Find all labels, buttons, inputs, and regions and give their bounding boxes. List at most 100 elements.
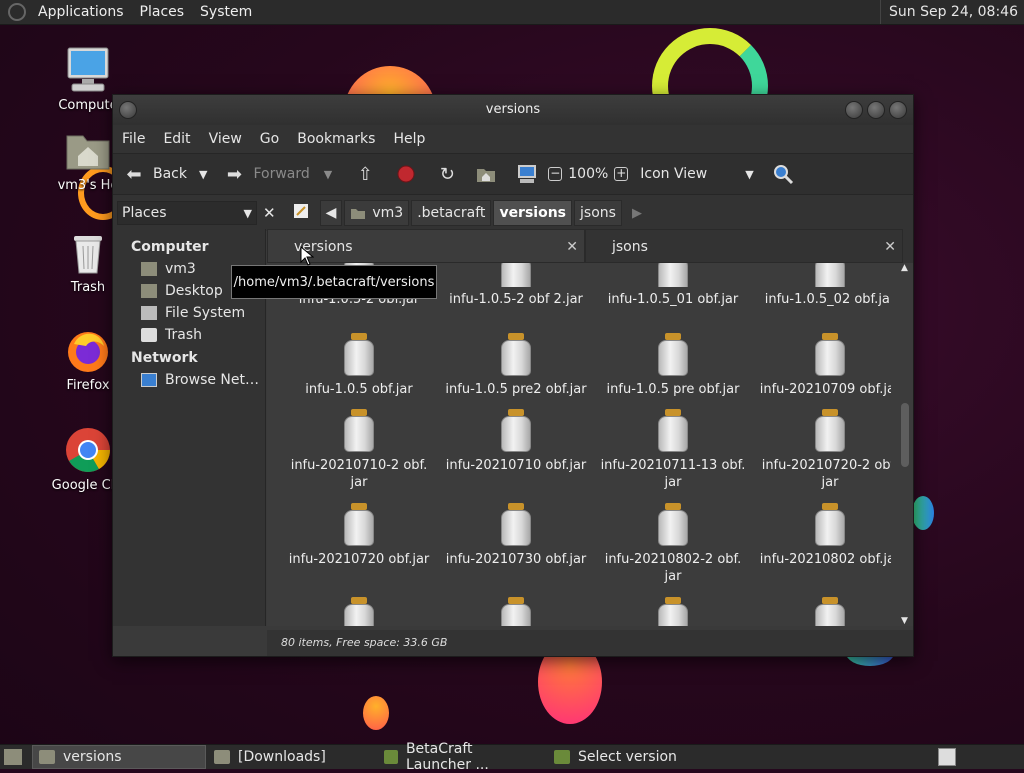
forward-history-dropdown-icon[interactable]: ▼ [324,168,332,181]
menu-applications[interactable]: Applications [30,4,132,20]
back-button[interactable]: ⬅ Back [123,163,187,185]
file-item[interactable] [752,597,891,626]
close-tab-icon[interactable]: ✕ [566,230,578,264]
close-tab-icon[interactable]: ✕ [884,230,896,264]
file-item[interactable] [438,597,594,626]
jar-file-icon [343,597,375,626]
file-item[interactable]: infu-1.0.5 pre obf.jar [595,333,751,398]
chevron-down-icon: ▼ [243,206,252,220]
task-select-version[interactable]: Select version [548,746,716,768]
scroll-up-icon[interactable]: ▲ [901,263,908,273]
close-sidebar-icon[interactable]: ✕ [263,204,276,222]
file-name: infu-1.0.5 pre2 obf.jar [445,382,587,397]
sidebar-heading-computer: Computer [131,239,209,255]
task-betacraft-launcher[interactable]: BetaCraft Launcher ... [378,741,546,773]
tab-jsons[interactable]: jsons ✕ [585,229,903,263]
forward-arrow-icon: ➡ [226,163,243,185]
search-icon [773,165,793,185]
stop-icon [397,165,415,183]
file-item[interactable]: infu-20210802 obf.jar [752,503,891,568]
home-button[interactable] [476,165,496,183]
edit-location-button[interactable] [292,202,310,224]
file-icon-grid: infu-1.0.5-2 obf.jarinfu-1.0.5-2 obf 2.j… [281,263,891,626]
show-desktop-icon[interactable] [4,749,22,765]
zoom-in-button[interactable]: + [614,167,629,181]
window-titlebar[interactable]: versions [113,95,913,125]
menu-bookmarks[interactable]: Bookmarks [288,131,384,147]
file-item[interactable]: infu-1.0.5_01 obf.jar [595,263,751,308]
breadcrumb-vm3[interactable]: vm3 [344,200,410,226]
file-item[interactable]: infu-20210710-2 obf. jar [281,409,437,491]
sidebar-item-label: vm3 [165,261,196,277]
file-item[interactable]: infu-20210709 obf.jar [752,333,891,398]
breadcrumb-betacraft[interactable]: .betacraft [411,200,492,226]
task-label: Select version [578,749,677,765]
wallpaper-small-shape [363,696,389,730]
home-icon [141,262,157,276]
breadcrumb-jsons[interactable]: jsons [574,200,622,226]
sidebar-item-file-system[interactable]: File System [113,302,265,324]
file-item[interactable]: infu-20210802-2 obf. jar [595,503,751,585]
close-icon[interactable] [889,101,907,119]
places-selector-label: Places [122,205,167,221]
computer-button[interactable] [516,164,538,184]
maximize-icon[interactable] [867,101,885,119]
minimize-icon[interactable] [845,101,863,119]
file-item[interactable] [595,597,751,626]
home-icon [477,169,496,182]
back-history-dropdown-icon[interactable]: ▼ [199,168,207,181]
file-item[interactable]: infu-20210711-13 obf. jar [595,409,751,491]
menu-system[interactable]: System [192,4,260,20]
reload-button[interactable]: ↻ [436,163,458,185]
sidebar-item-trash[interactable]: Trash [113,324,265,346]
file-name: infu-20210709 obf.jar [759,382,891,397]
menu-file[interactable]: File [113,131,154,147]
file-item[interactable]: infu-20210720-2 obf. jar [752,409,891,491]
breadcrumb-scroll-left[interactable]: ◀ [319,200,343,226]
breadcrumb-versions[interactable]: versions [493,200,573,226]
file-item[interactable]: infu-20210730 obf.jar [438,503,594,568]
up-button[interactable]: ⇧ [354,163,376,185]
window-menu-icon[interactable] [119,101,137,119]
search-button[interactable] [772,163,794,185]
computer-icon [518,165,537,183]
file-item[interactable]: infu-20210710 obf.jar [438,409,594,474]
tab-versions[interactable]: versions ✕ [267,229,585,263]
jar-file-icon [814,263,846,287]
file-item[interactable]: infu-20210720 obf.jar [281,503,437,568]
view-mode-label[interactable]: Icon View [640,166,707,182]
zoom-out-button[interactable]: − [548,167,563,181]
menu-view[interactable]: View [200,131,251,147]
file-name: infu-20210730 obf.jar [445,552,587,567]
workspace-switcher[interactable] [938,748,956,766]
task-versions[interactable]: versions [32,745,206,769]
menu-edit[interactable]: Edit [154,131,199,147]
wallpaper-teal-shape [912,496,934,530]
scrollbar-thumb[interactable] [901,403,909,467]
forward-button[interactable]: ➡ Forward [223,163,310,185]
jar-file-icon [814,333,846,377]
sidebar-item-browse-network[interactable]: Browse Net… [113,369,265,391]
menu-help[interactable]: Help [384,131,434,147]
breadcrumb-scroll-right[interactable]: ▶ [632,206,642,221]
file-item[interactable]: infu-1.0.5-2 obf 2.jar [438,263,594,308]
view-mode-dropdown-icon[interactable]: ▼ [745,168,753,181]
task-downloads[interactable]: [Downloads] [208,746,376,768]
file-item[interactable]: infu-1.0.5_02 obf.jar [752,263,891,308]
vertical-scrollbar[interactable]: ▲ ▼ [899,263,911,626]
scroll-down-icon[interactable]: ▼ [901,616,908,626]
file-item[interactable]: infu-1.0.5 obf.jar [281,333,437,398]
distro-logo-icon[interactable] [8,3,26,21]
trash-icon [141,328,157,342]
file-item[interactable]: infu-1.0.5 pre2 obf.jar [438,333,594,398]
clock[interactable]: Sun Sep 24, 08:46 [880,0,1024,24]
stop-button[interactable] [396,164,416,184]
menu-places[interactable]: Places [132,4,193,20]
zoom-level[interactable]: 100% [568,166,608,182]
file-name: infu-20210710 obf.jar [445,458,587,473]
window-title: versions [485,102,541,117]
file-item[interactable] [281,597,437,626]
places-selector[interactable]: Places ▼ [117,201,257,225]
trash-icon [64,228,112,276]
menu-go[interactable]: Go [251,131,288,147]
